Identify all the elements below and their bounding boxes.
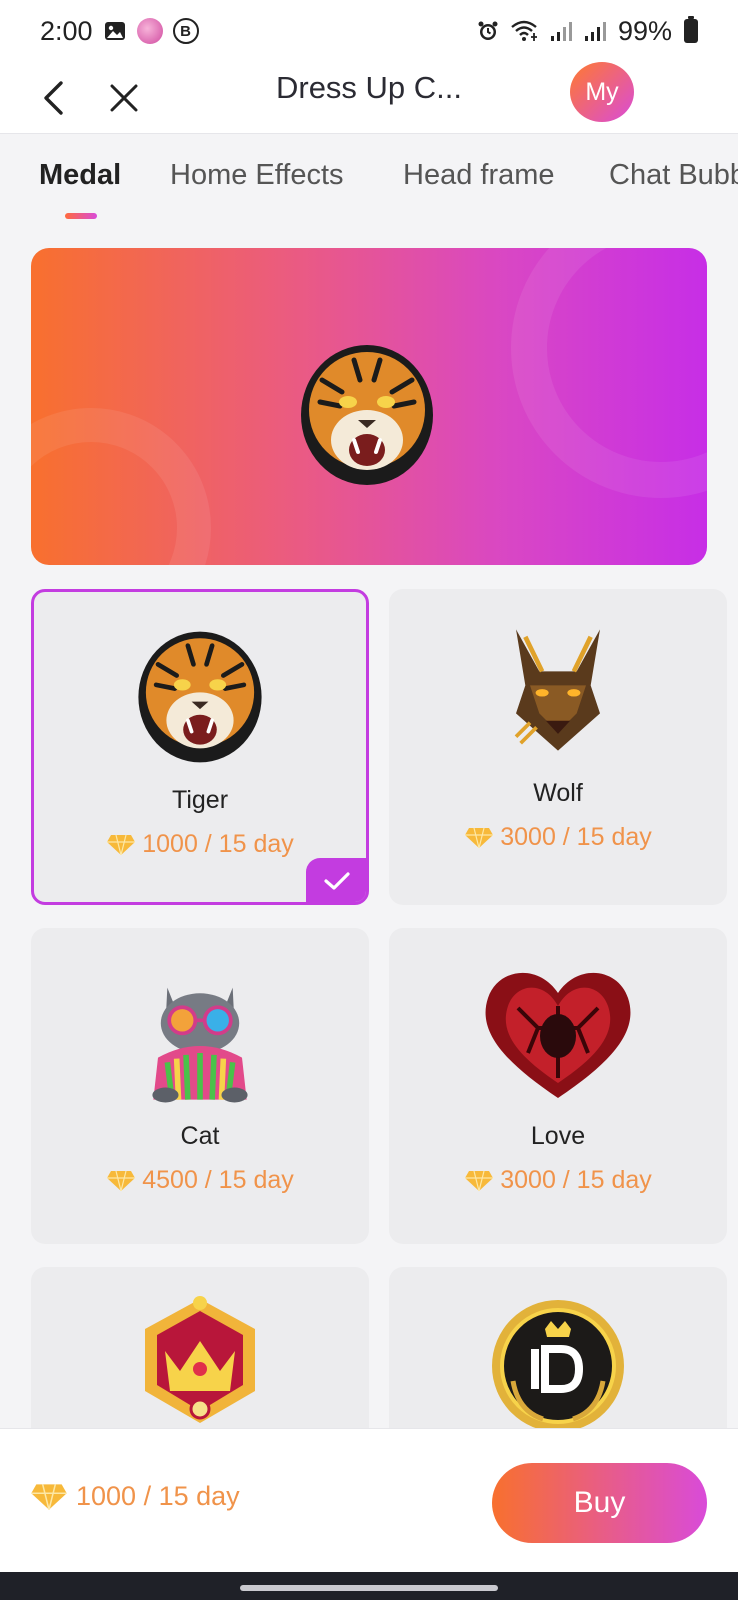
crown-icon	[145, 1296, 255, 1423]
signal-icon	[584, 20, 608, 42]
close-icon	[110, 84, 138, 112]
medal-name: Wolf	[533, 779, 583, 807]
chevron-left-icon	[44, 81, 63, 115]
alarm-icon	[476, 19, 500, 43]
tab-medal[interactable]: Medal	[39, 159, 121, 192]
wolf-icon	[514, 629, 600, 751]
check-icon	[324, 872, 350, 890]
status-right: 99%	[476, 16, 698, 47]
medal-card-wolf[interactable]: Wolf 3000 / 15 day	[389, 589, 727, 905]
heart-icon	[485, 972, 631, 1098]
b-icon: B	[172, 18, 199, 44]
wifi-icon	[510, 19, 540, 43]
medal-card-cat[interactable]: Cat 4500 / 15 day	[31, 928, 369, 1244]
medal-price: 3000 / 15 day	[389, 823, 727, 852]
avatar-icon	[136, 18, 163, 44]
medal-price: 4500 / 15 day	[31, 1166, 369, 1195]
medal-name: Love	[530, 1122, 586, 1150]
selected-check-badge	[306, 858, 366, 902]
cat-icon	[152, 987, 248, 1103]
tiger-icon	[301, 345, 433, 485]
preview-banner	[31, 248, 707, 565]
signal-icon	[550, 20, 574, 42]
tiger-icon	[138, 631, 262, 763]
tab-indicator	[65, 213, 97, 219]
medal-price: 1000 / 15 day	[34, 830, 366, 859]
gallery-icon	[103, 19, 127, 43]
system-nav-bar	[0, 1572, 738, 1600]
tab-bar: Medal Home Effects Head frame Chat Bubb	[0, 135, 738, 227]
header: Dress Up C... My	[0, 62, 738, 134]
status-time: 2:00	[40, 15, 93, 46]
diamond-icon	[31, 1483, 67, 1510]
tab-head-frame[interactable]: Head frame	[403, 159, 555, 192]
id-badge-icon	[492, 1300, 624, 1432]
battery-percent: 99%	[617, 15, 672, 46]
selected-price: 1000 / 15 day	[30, 1481, 240, 1512]
diamond-icon	[465, 1170, 494, 1191]
medal-name: Cat	[180, 1122, 220, 1150]
back-button[interactable]	[26, 70, 82, 126]
medal-card-tiger[interactable]: Tiger 1000 / 15 day	[31, 589, 369, 905]
medal-card-love[interactable]: Love 3000 / 15 day	[389, 928, 727, 1244]
tab-chat-bubble[interactable]: Chat Bubb	[609, 159, 738, 192]
status-bar: 2:00 B 99%	[0, 0, 738, 62]
medal-price: 3000 / 15 day	[389, 1166, 727, 1195]
battery-icon	[684, 16, 698, 43]
purchase-bar: 1000 / 15 day Buy	[0, 1428, 738, 1572]
diamond-icon	[465, 827, 494, 848]
tab-home-effects[interactable]: Home Effects	[170, 159, 344, 192]
home-gesture-handle[interactable]	[240, 1585, 498, 1591]
status-left: 2:00 B	[40, 16, 199, 47]
buy-button[interactable]: Buy	[492, 1463, 707, 1543]
my-button[interactable]: My	[570, 62, 634, 122]
medal-name: Tiger	[171, 786, 229, 814]
diamond-icon	[107, 1170, 136, 1191]
close-button[interactable]	[96, 70, 152, 126]
diamond-icon	[107, 834, 136, 855]
